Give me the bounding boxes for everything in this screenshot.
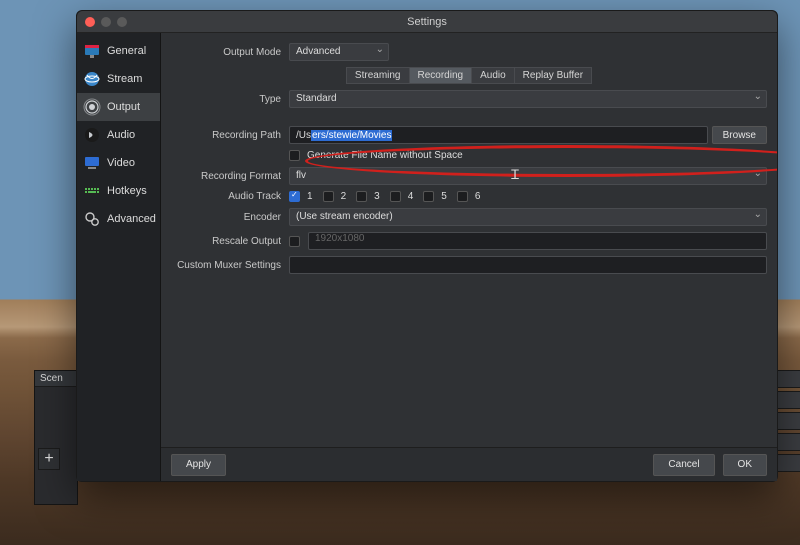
hotkeys-icon bbox=[83, 182, 101, 200]
encoder-label: Encoder bbox=[171, 212, 289, 223]
main-window-scenes-panel: Scen bbox=[34, 370, 78, 505]
type-select[interactable]: Standard bbox=[289, 90, 767, 108]
sidebar-item-label: General bbox=[107, 45, 146, 57]
output-icon bbox=[83, 98, 101, 116]
sidebar-item-label: Advanced bbox=[107, 213, 156, 225]
audio-track-3-checkbox[interactable] bbox=[356, 191, 367, 202]
tab-audio[interactable]: Audio bbox=[472, 67, 515, 84]
recording-path-prefix: /Us bbox=[296, 130, 311, 141]
recording-format-select[interactable]: flv bbox=[289, 167, 767, 185]
settings-window: Settings General Stream Output Audio Vid bbox=[76, 10, 778, 482]
sidebar-item-general[interactable]: General bbox=[77, 37, 160, 65]
settings-content: Output Mode Advanced Streaming Recording… bbox=[161, 33, 777, 481]
rescale-output-input: 1920x1080 bbox=[308, 232, 767, 250]
general-icon bbox=[83, 42, 101, 60]
apply-button[interactable]: Apply bbox=[171, 454, 226, 476]
tab-replay-buffer[interactable]: Replay Buffer bbox=[515, 67, 592, 84]
audio-icon bbox=[83, 126, 101, 144]
sidebar-item-stream[interactable]: Stream bbox=[77, 65, 160, 93]
audio-track-group: 1 2 3 4 5 6 bbox=[289, 191, 767, 202]
add-scene-button[interactable]: + bbox=[38, 448, 60, 470]
audio-track-5-checkbox[interactable] bbox=[423, 191, 434, 202]
tab-streaming[interactable]: Streaming bbox=[346, 67, 410, 84]
browse-button[interactable]: Browse bbox=[712, 126, 767, 144]
audio-track-4-checkbox[interactable] bbox=[390, 191, 401, 202]
audio-track-6-label: 6 bbox=[475, 191, 481, 202]
sidebar-item-hotkeys[interactable]: Hotkeys bbox=[77, 177, 160, 205]
generate-filename-checkbox[interactable] bbox=[289, 150, 300, 161]
output-mode-label: Output Mode bbox=[171, 47, 289, 58]
audio-track-1-checkbox[interactable] bbox=[289, 191, 300, 202]
sidebar-item-label: Output bbox=[107, 101, 140, 113]
cancel-button[interactable]: Cancel bbox=[653, 454, 714, 476]
audio-track-3-label: 3 bbox=[374, 191, 380, 202]
stream-icon bbox=[83, 70, 101, 88]
audio-track-5-label: 5 bbox=[441, 191, 447, 202]
audio-track-2-checkbox[interactable] bbox=[323, 191, 334, 202]
settings-bottombar: Apply Cancel OK bbox=[161, 447, 777, 481]
main-window-right-buttons bbox=[776, 370, 800, 475]
sidebar-item-label: Video bbox=[107, 157, 135, 169]
sidebar-item-audio[interactable]: Audio bbox=[77, 121, 160, 149]
sidebar-item-video[interactable]: Video bbox=[77, 149, 160, 177]
sidebar-item-advanced[interactable]: Advanced bbox=[77, 205, 160, 233]
recording-format-label: Recording Format bbox=[171, 171, 289, 182]
sidebar-item-output[interactable]: Output bbox=[77, 93, 160, 121]
generate-filename-label: Generate File Name without Space bbox=[307, 150, 463, 161]
recording-path-input[interactable]: /Users/stewie/Movies bbox=[289, 126, 708, 144]
sidebar-item-label: Hotkeys bbox=[107, 185, 147, 197]
sidebar-item-label: Audio bbox=[107, 129, 135, 141]
audio-track-2-label: 2 bbox=[341, 191, 347, 202]
ok-button[interactable]: OK bbox=[723, 454, 767, 476]
gear-icon bbox=[83, 210, 101, 228]
custom-muxer-input[interactable] bbox=[289, 256, 767, 274]
scenes-header: Scen bbox=[35, 371, 77, 387]
output-mode-select[interactable]: Advanced bbox=[289, 43, 389, 61]
audio-track-label: Audio Track bbox=[171, 191, 289, 202]
output-subtabs: Streaming Recording Audio Replay Buffer bbox=[346, 67, 592, 84]
custom-muxer-label: Custom Muxer Settings bbox=[171, 260, 289, 271]
video-icon bbox=[83, 154, 101, 172]
encoder-select[interactable]: (Use stream encoder) bbox=[289, 208, 767, 226]
settings-sidebar: General Stream Output Audio Video Hotkey… bbox=[77, 33, 161, 481]
rescale-output-checkbox[interactable] bbox=[289, 236, 300, 247]
window-title: Settings bbox=[77, 16, 777, 28]
tab-recording[interactable]: Recording bbox=[410, 67, 473, 84]
rescale-output-label: Rescale Output bbox=[171, 236, 289, 247]
sidebar-item-label: Stream bbox=[107, 73, 142, 85]
audio-track-4-label: 4 bbox=[408, 191, 414, 202]
type-label: Type bbox=[171, 94, 289, 105]
recording-path-label: Recording Path bbox=[171, 130, 289, 141]
recording-path-selection: ers/stewie/Movies bbox=[311, 130, 392, 141]
titlebar: Settings bbox=[77, 11, 777, 33]
audio-track-6-checkbox[interactable] bbox=[457, 191, 468, 202]
audio-track-1-label: 1 bbox=[307, 191, 313, 202]
